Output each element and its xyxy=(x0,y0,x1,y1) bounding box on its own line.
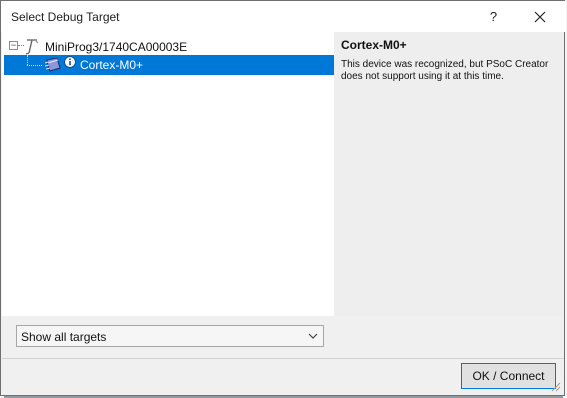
help-button[interactable]: ? xyxy=(471,1,516,32)
details-message: This device was recognized, but PSoC Cre… xyxy=(341,59,549,82)
collapse-toggle[interactable]: − xyxy=(9,41,18,50)
close-button[interactable] xyxy=(516,1,564,32)
details-title: Cortex-M0+ xyxy=(341,38,407,52)
tree-connector-horizontal xyxy=(27,65,42,66)
window-title: Select Debug Target xyxy=(11,10,120,24)
tree-row-miniprog[interactable]: − MiniProg3/1740CA00003E xyxy=(2,37,332,57)
select-debug-target-dialog: Select Debug Target ? − MiniProg3/1740CA… xyxy=(0,0,566,396)
target-filter-select[interactable]: Show all targets xyxy=(16,325,324,347)
tree-label-miniprog: MiniProg3/1740CA00003E xyxy=(45,40,188,54)
info-icon xyxy=(64,56,76,68)
title-bar: Select Debug Target ? xyxy=(1,1,566,32)
probe-icon xyxy=(25,39,39,55)
footer-divider xyxy=(2,358,564,359)
tree-row-cortex-m0plus[interactable]: Cortex-M0+ xyxy=(4,55,334,75)
target-tree-pane[interactable]: − MiniProg3/1740CA00003E Cortex-M0+ xyxy=(2,32,334,316)
ok-connect-button[interactable]: OK / Connect xyxy=(461,363,556,389)
resize-grip-icon[interactable] xyxy=(549,380,561,392)
tree-connector-vertical xyxy=(27,55,28,65)
close-icon xyxy=(534,11,546,22)
target-details-pane: Cortex-M0+ This device was recognized, b… xyxy=(334,32,562,316)
chip-icon xyxy=(44,58,61,72)
chevron-down-icon xyxy=(308,333,318,339)
target-filter-value: Show all targets xyxy=(21,330,107,344)
help-label: ? xyxy=(489,9,498,24)
tree-label-cortex-m0plus: Cortex-M0+ xyxy=(80,58,144,72)
